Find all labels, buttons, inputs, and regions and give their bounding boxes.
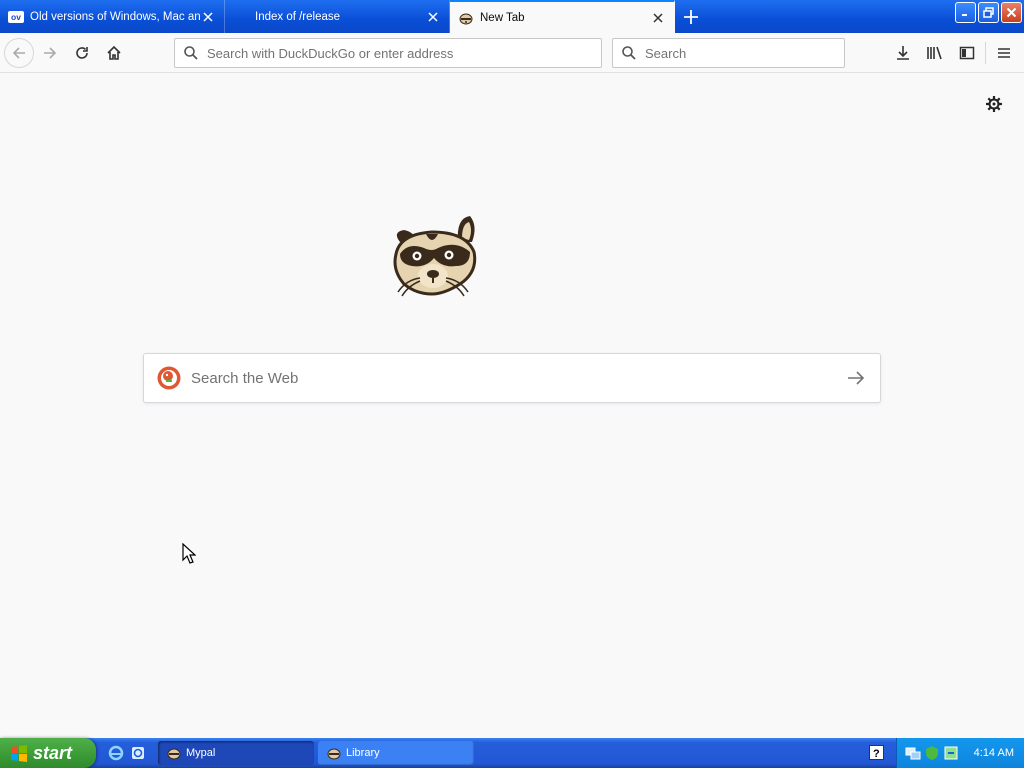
address-placeholder: Search with DuckDuckGo or enter address xyxy=(207,45,454,61)
download-icon xyxy=(897,46,909,60)
hamburger-menu-icon xyxy=(998,48,1010,58)
plus-icon xyxy=(684,9,698,24)
raccoon-favicon-icon xyxy=(458,10,474,26)
new-tab-button[interactable] xyxy=(675,0,707,33)
library-button[interactable] xyxy=(919,37,951,69)
svg-text:?: ? xyxy=(873,748,880,759)
toolbar-right xyxy=(887,37,1020,69)
raccoon-logo xyxy=(386,212,480,298)
arrow-right-icon xyxy=(848,371,865,385)
close-window-button[interactable] xyxy=(1001,2,1022,23)
help-icon[interactable]: ? xyxy=(869,745,884,760)
start-label: start xyxy=(33,742,73,763)
restore-button[interactable] xyxy=(978,2,999,23)
quick-launch xyxy=(96,745,154,761)
reload-button[interactable] xyxy=(66,37,98,69)
network-connection-icon[interactable] xyxy=(943,745,959,761)
library-icon xyxy=(927,46,942,60)
sidebar-button[interactable] xyxy=(951,37,983,69)
windows-logo-icon xyxy=(11,745,27,762)
window-controls xyxy=(955,2,1022,23)
internet-explorer-icon[interactable] xyxy=(108,745,124,761)
address-bar[interactable]: Search with DuckDuckGo or enter address xyxy=(174,38,602,68)
search-icon xyxy=(622,46,636,60)
forward-arrow-icon xyxy=(44,46,57,59)
system-tray: 4:14 AM xyxy=(896,738,1024,768)
downloads-button[interactable] xyxy=(887,37,919,69)
outlook-express-icon[interactable] xyxy=(130,745,146,761)
duckduckgo-icon xyxy=(157,366,181,390)
tab-title: Index of /release xyxy=(255,10,341,23)
task-mypal[interactable]: Mypal xyxy=(158,741,314,765)
back-arrow-icon xyxy=(12,46,25,59)
back-button[interactable] xyxy=(4,37,34,68)
forward-button[interactable] xyxy=(34,37,66,69)
menu-button[interactable] xyxy=(988,37,1020,69)
task-library[interactable]: Library xyxy=(318,741,474,765)
home-icon xyxy=(107,45,121,60)
navigation-toolbar: Search with DuckDuckGo or enter address … xyxy=(0,33,1024,73)
raccoon-icon xyxy=(167,748,181,760)
search-icon xyxy=(184,46,198,60)
clock: 4:14 AM xyxy=(973,747,1014,759)
tab-index-release[interactable]: Index of /release xyxy=(225,0,450,33)
start-button[interactable]: start xyxy=(0,738,96,768)
tab-old-versions[interactable]: ov Old versions of Windows, Mac and xyxy=(0,0,225,33)
close-tab-icon[interactable] xyxy=(425,9,441,25)
web-search-placeholder: Search the Web xyxy=(191,369,299,387)
toolbar-separator xyxy=(985,42,986,64)
close-tab-icon[interactable] xyxy=(200,9,216,25)
minimize-button[interactable] xyxy=(955,2,976,23)
search-placeholder: Search xyxy=(645,45,687,61)
home-button[interactable] xyxy=(98,37,130,69)
security-shield-icon[interactable] xyxy=(924,745,940,761)
raccoon-icon xyxy=(327,748,341,760)
reload-icon xyxy=(76,46,88,59)
task-label: Mypal xyxy=(186,747,216,759)
tab-title: New Tab xyxy=(480,11,525,24)
web-search-box[interactable]: Search the Web xyxy=(143,353,881,403)
network-icon[interactable] xyxy=(905,745,921,761)
customize-gear-icon[interactable] xyxy=(985,95,1003,113)
task-label: Library xyxy=(346,747,380,759)
sidebar-icon xyxy=(959,46,975,60)
mouse-pointer-icon xyxy=(182,542,197,568)
tab-new-tab[interactable]: New Tab xyxy=(450,0,675,33)
tab-strip: ov Old versions of Windows, Mac and Inde… xyxy=(0,0,1024,33)
search-submit-button[interactable] xyxy=(832,354,880,402)
tab-title: Old versions of Windows, Mac and xyxy=(30,10,200,23)
search-bar[interactable]: Search xyxy=(612,38,845,68)
ov-favicon-icon: ov xyxy=(8,9,24,25)
close-tab-icon[interactable] xyxy=(650,10,666,26)
